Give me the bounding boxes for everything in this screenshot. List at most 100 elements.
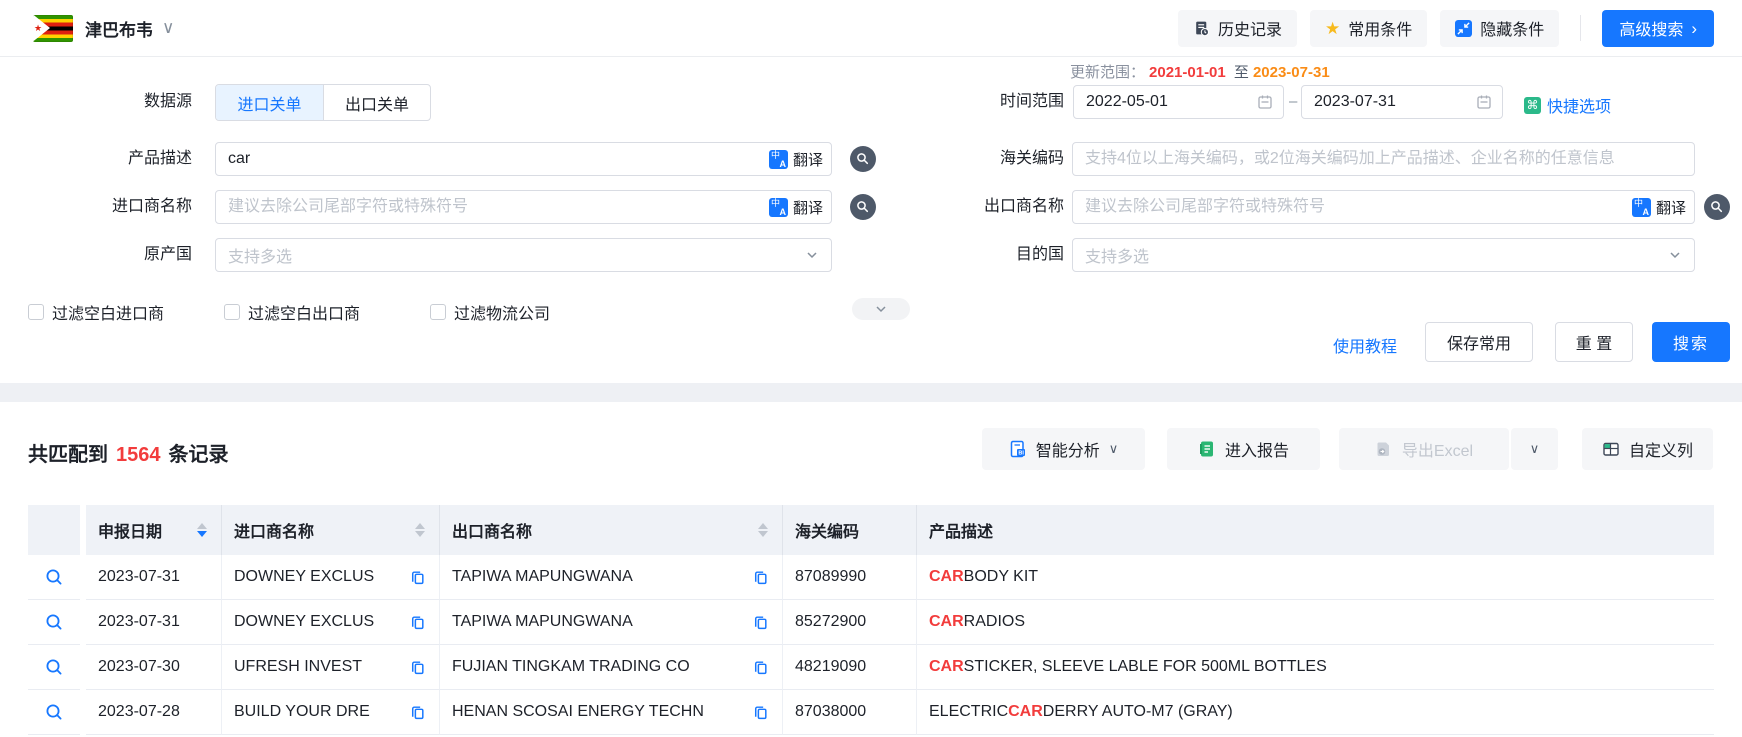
header-importer-name[interactable]: 进口商名称 <box>222 505 440 555</box>
export-icon <box>1375 440 1393 458</box>
tab-export-declarations[interactable]: 出口关单 <box>323 85 430 120</box>
cell-date: 2023-07-28 <box>86 690 222 735</box>
copy-icon[interactable] <box>752 659 769 676</box>
translate-label: 翻译 <box>793 197 823 218</box>
filter-blank-importer-label: 过滤空白进口商 <box>52 300 164 324</box>
cell-importer: BUILD YOUR DRE <box>222 690 440 735</box>
favorites-button[interactable]: ★ 常用条件 <box>1310 10 1427 47</box>
update-range: 更新范围：2021-01-01 至2023-07-31 <box>1070 61 1330 82</box>
hide-conditions-button[interactable]: 隐藏条件 <box>1440 10 1559 47</box>
update-range-label: 更新范围： <box>1070 64 1145 81</box>
copy-icon[interactable] <box>409 704 426 721</box>
synonym-search-icon[interactable] <box>850 146 876 172</box>
view-detail-icon[interactable] <box>44 567 64 587</box>
zimbabwe-flag-icon: ★ <box>33 15 73 42</box>
header-exporter-name[interactable]: 出口商名称 <box>440 505 783 555</box>
history-button[interactable]: 历史记录 <box>1178 10 1297 47</box>
product-text: DERRY AUTO-M7 (GRAY) <box>1043 703 1233 721</box>
favorites-label: 常用条件 <box>1348 16 1412 40</box>
chevron-down-icon: ∨ <box>1109 441 1119 457</box>
header-importer-label: 进口商名称 <box>234 518 314 542</box>
view-detail-icon[interactable] <box>44 702 64 722</box>
importer-name-input[interactable] <box>215 190 832 224</box>
copy-icon[interactable] <box>409 569 426 586</box>
product-text: BODY KIT <box>964 568 1038 586</box>
tab-import-declarations[interactable]: 进口关单 <box>216 85 323 120</box>
sort-icons[interactable] <box>197 523 207 537</box>
view-detail-icon[interactable] <box>44 657 64 677</box>
synonym-search-icon[interactable] <box>1704 194 1730 220</box>
exporter-name-input[interactable] <box>1072 190 1695 224</box>
table-row: 2023-07-30 UFRESH INVEST FUJIAN TINGKAM … <box>28 645 1714 690</box>
translate-button[interactable]: 中A 翻译 <box>1632 197 1686 218</box>
search-button[interactable]: 搜索 <box>1652 322 1730 362</box>
copy-icon[interactable] <box>752 569 769 586</box>
cell-product: CAR RADIOS <box>917 600 1714 645</box>
section-separator <box>0 383 1742 402</box>
page: ★ 津巴布韦 ∨ 历史记录 ★ 常用条件 <box>0 0 1742 737</box>
sort-icons[interactable] <box>415 523 425 537</box>
save-common-button[interactable]: 保存常用 <box>1425 322 1533 362</box>
country-selector[interactable]: 津巴布韦 ∨ <box>85 16 174 41</box>
translate-button[interactable]: 中A 翻译 <box>769 197 823 218</box>
product-description-input[interactable] <box>215 142 832 176</box>
cell-importer: DOWNEY EXCLUS <box>222 555 440 600</box>
count-suffix: 条记录 <box>169 444 229 466</box>
filter-blank-exporter-checkbox[interactable]: 过滤空白出口商 <box>224 300 360 324</box>
origin-country-select[interactable]: 支持多选 <box>215 238 832 272</box>
quick-options-icon: ⌘ <box>1524 97 1541 114</box>
importer-name: DOWNEY EXCLUS <box>234 568 374 586</box>
copy-icon[interactable] <box>752 704 769 721</box>
copy-icon[interactable] <box>409 659 426 676</box>
quick-options-link[interactable]: ⌘ 快捷选项 <box>1524 93 1611 117</box>
custom-columns-label: 自定义列 <box>1629 437 1693 461</box>
destination-country-select[interactable]: 支持多选 <box>1072 238 1695 272</box>
svg-text:BI: BI <box>1018 451 1024 457</box>
date-range-dash: – <box>1289 93 1297 110</box>
sort-icons[interactable] <box>758 523 768 537</box>
product-highlight: CAR <box>929 568 964 586</box>
enter-report-button[interactable]: 进入报告 <box>1167 428 1320 470</box>
chevron-down-icon <box>1668 248 1682 262</box>
filter-logistics-checkbox[interactable]: 过滤物流公司 <box>430 300 550 324</box>
table-row: 2023-07-28 BUILD YOUR DRE HENAN SCOSAI E… <box>28 690 1714 735</box>
row-detail-cell <box>28 555 80 600</box>
checkbox-icon <box>224 304 240 320</box>
quick-options-label: 快捷选项 <box>1547 93 1611 117</box>
tutorial-link[interactable]: 使用教程 <box>1333 333 1397 357</box>
hide-conditions-label: 隐藏条件 <box>1480 16 1544 40</box>
hs-code-input[interactable] <box>1072 142 1695 176</box>
importer-name: DOWNEY EXCLUS <box>234 613 374 631</box>
cell-importer: DOWNEY EXCLUS <box>222 600 440 645</box>
custom-columns-button[interactable]: 自定义列 <box>1582 428 1713 470</box>
header-date-label: 申报日期 <box>98 518 162 542</box>
translate-label: 翻译 <box>1656 197 1686 218</box>
filter-blank-importer-checkbox[interactable]: 过滤空白进口商 <box>28 300 164 324</box>
row-detail-cell <box>28 645 80 690</box>
synonym-search-icon[interactable] <box>850 194 876 220</box>
reset-button[interactable]: 重 置 <box>1555 322 1633 362</box>
importer-name-label: 进口商名称 <box>0 197 192 217</box>
header-product-description: 产品描述 <box>917 505 1714 555</box>
copy-icon[interactable] <box>409 614 426 631</box>
advanced-search-button[interactable]: 高级搜索 › <box>1602 10 1714 47</box>
date-from-input[interactable]: 2022-05-01 <box>1073 85 1284 119</box>
copy-icon[interactable] <box>752 614 769 631</box>
smart-analysis-button[interactable]: BI 智能分析 ∨ <box>982 428 1145 470</box>
update-join: 至 <box>1234 64 1249 81</box>
date-to-input[interactable]: 2023-07-31 <box>1301 85 1503 119</box>
exporter-name-label: 出口商名称 <box>900 197 1064 217</box>
export-options-button[interactable]: ∨ <box>1511 428 1558 470</box>
top-bar: ★ 津巴布韦 ∨ 历史记录 ★ 常用条件 <box>0 0 1742 57</box>
view-detail-icon[interactable] <box>44 612 64 632</box>
product-text: STICKER, SLEEVE LABLE FOR 500ML BOTTLES <box>964 658 1327 676</box>
translate-button[interactable]: 中A 翻译 <box>769 149 823 170</box>
header-actions <box>28 505 80 555</box>
checkbox-icon <box>28 304 44 320</box>
collapse-form-button[interactable] <box>852 298 910 320</box>
update-from-date: 2021-01-01 <box>1149 64 1226 81</box>
header-declaration-date[interactable]: 申报日期 <box>86 505 222 555</box>
export-excel-button[interactable]: 导出Excel <box>1339 428 1509 470</box>
cell-exporter: TAPIWA MAPUNGWANA <box>440 600 783 645</box>
origin-placeholder: 支持多选 <box>228 243 292 267</box>
